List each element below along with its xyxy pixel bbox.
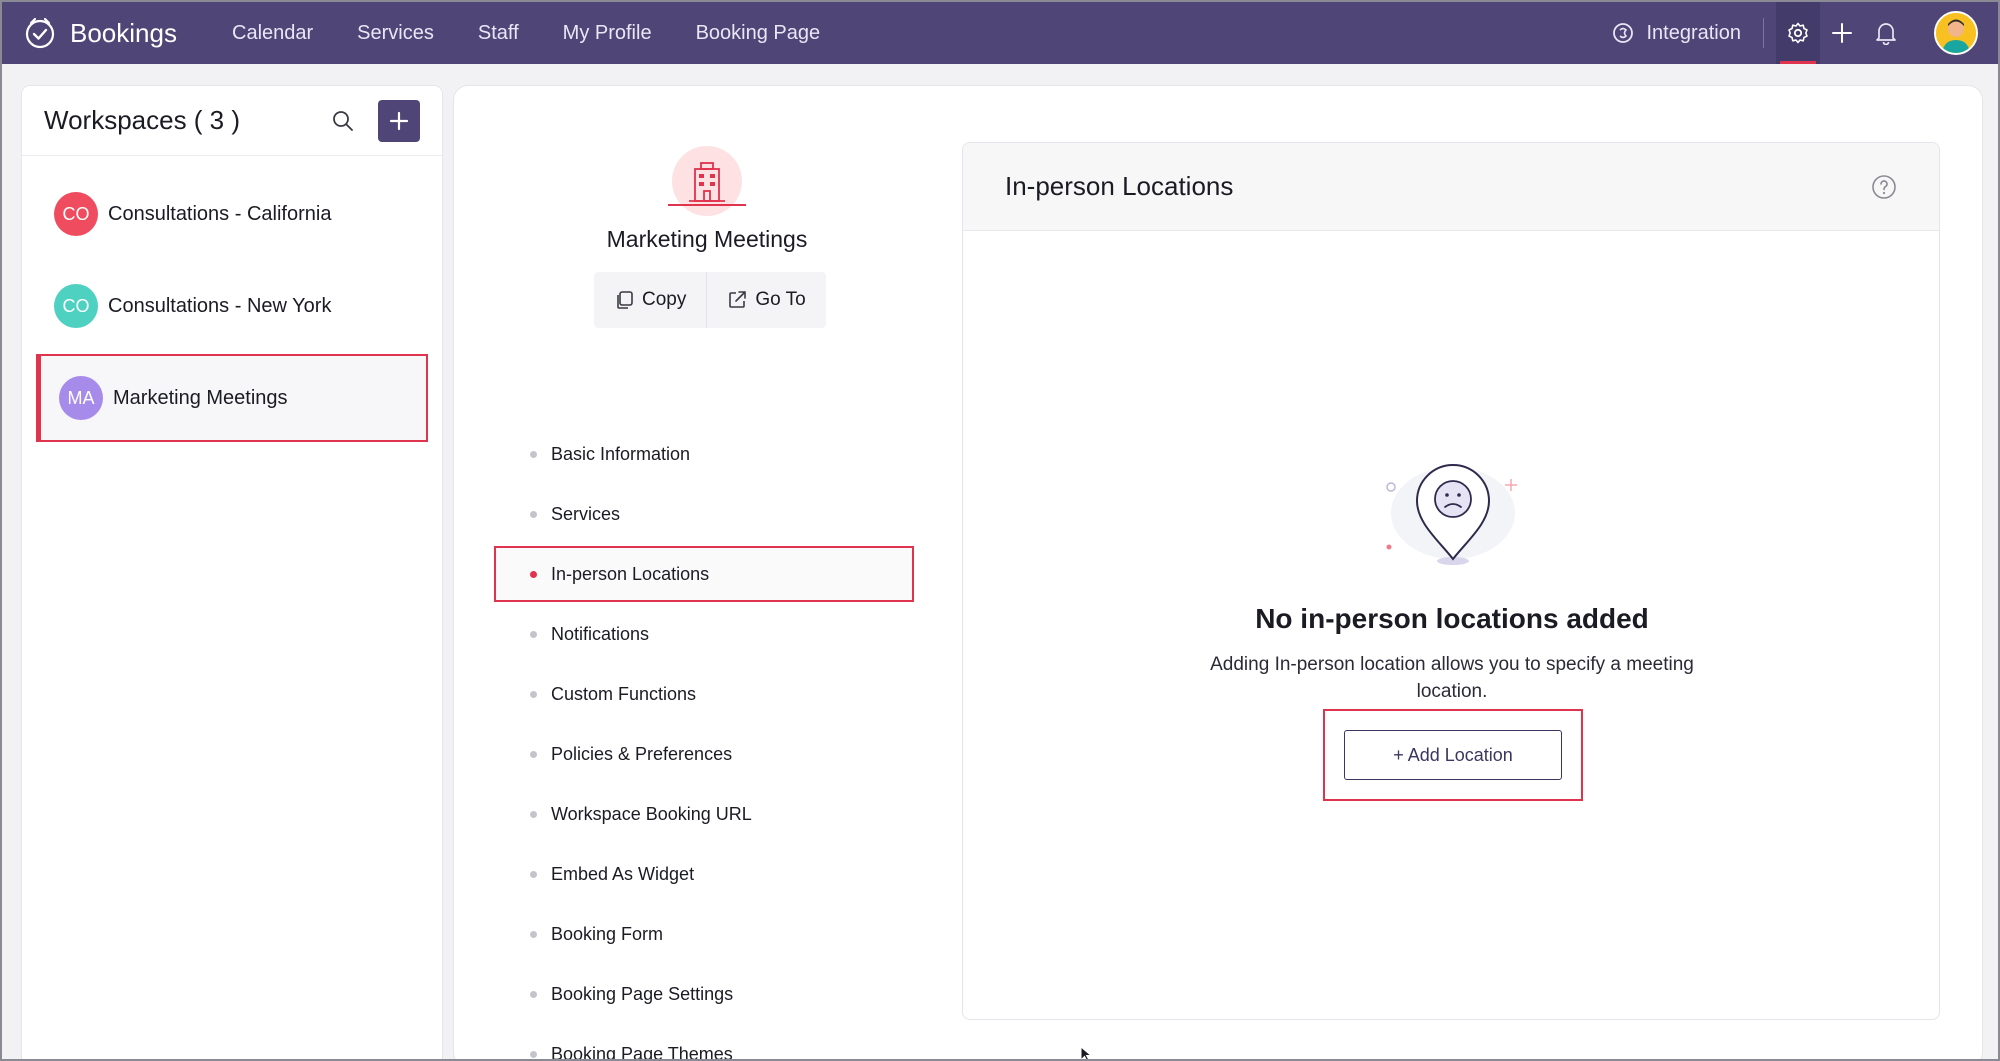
workspace-name: Marketing Meetings <box>113 386 288 409</box>
workspace-name: Consultations - California <box>108 202 332 225</box>
workspace-item[interactable]: CO Consultations - California <box>36 170 428 258</box>
nav-my-profile[interactable]: My Profile <box>563 22 652 45</box>
menu-label: Custom Functions <box>551 683 697 704</box>
empty-state-description: Adding In-person location allows you to … <box>1210 654 1694 702</box>
brand[interactable]: Bookings <box>22 15 212 51</box>
workspaces-header: Workspaces ( 3 ) <box>22 86 442 156</box>
notifications-button[interactable] <box>1864 2 1908 64</box>
empty-state-title: No in-person locations added <box>1255 603 1649 634</box>
in-person-locations-card: In-person Locations No in-person locatio… <box>962 142 1940 1020</box>
menu-label: Booking Form <box>551 923 664 944</box>
menu-item-booking-page-themes[interactable]: Booking Page Themes <box>494 1026 914 1061</box>
workspaces-title: Workspaces ( 3 ) <box>44 105 241 135</box>
add-workspace-button[interactable] <box>378 99 420 142</box>
menu-item-notifications[interactable]: Notifications <box>494 606 914 662</box>
menu-item-basic-information[interactable]: Basic Information <box>494 426 914 482</box>
bullet <box>530 750 537 758</box>
app-window: Bookings Calendar Services Staff My Prof… <box>0 0 2000 1061</box>
nav-booking-page[interactable]: Booking Page <box>696 22 821 45</box>
bell-icon <box>1876 23 1896 45</box>
create-button[interactable] <box>1820 2 1864 64</box>
menu-label: Booking Page Settings <box>551 983 734 1004</box>
bullet <box>530 570 537 578</box>
workspace-icon-underline <box>668 204 746 206</box>
bullet <box>530 930 537 938</box>
bullet <box>530 990 537 998</box>
copy-label: Copy <box>642 289 687 310</box>
menu-label: Booking Page Themes <box>551 1043 733 1061</box>
workspace-badge: CO <box>54 192 98 236</box>
menu-label: In-person Locations <box>551 563 710 584</box>
bullet <box>530 690 537 698</box>
menu-label: Workspace Booking URL <box>551 803 752 824</box>
main-nav: Calendar Services Staff My Profile Booki… <box>232 22 864 45</box>
workspace-item[interactable]: CO Consultations - New York <box>36 262 428 350</box>
top-navigation-bar: Bookings Calendar Services Staff My Prof… <box>2 2 1998 64</box>
menu-item-services[interactable]: Services <box>494 486 914 542</box>
bullet <box>530 630 537 638</box>
card-title: In-person Locations <box>1005 171 1234 201</box>
bullet <box>530 450 537 458</box>
building-icon <box>689 162 725 202</box>
workspace-title: Marketing Meetings <box>606 226 808 252</box>
menu-item-booking-page-settings[interactable]: Booking Page Settings <box>494 966 914 1022</box>
user-avatar[interactable] <box>1934 11 1978 55</box>
copy-button[interactable]: Copy <box>594 272 706 328</box>
add-location-highlight: + Add Location <box>1323 709 1583 801</box>
menu-item-workspace-booking-url[interactable]: Workspace Booking URL <box>494 786 914 842</box>
user-avatar-icon <box>1936 13 1976 53</box>
go-to-label: Go To <box>755 289 806 310</box>
card-header: In-person Locations <box>963 143 1939 231</box>
menu-label: Services <box>551 503 621 524</box>
plus-icon <box>389 111 409 130</box>
menu-label: Notifications <box>551 623 650 644</box>
help-icon[interactable] <box>1871 174 1897 200</box>
menu-label: Basic Information <box>551 443 691 464</box>
bullet <box>530 510 537 518</box>
mouse-cursor-icon <box>1080 1046 1093 1059</box>
workspace-item-selected[interactable]: MA Marketing Meetings <box>36 354 428 442</box>
add-location-button[interactable]: + Add Location <box>1344 730 1562 780</box>
plus-icon <box>1832 23 1852 43</box>
empty-location-icon <box>1386 464 1517 565</box>
menu-item-in-person-locations[interactable]: In-person Locations <box>494 546 914 602</box>
settings-icon <box>1788 22 1808 44</box>
workspace-badge: MA <box>59 376 103 420</box>
go-to-button[interactable]: Go To <box>707 272 825 328</box>
divider <box>1763 18 1764 48</box>
menu-item-custom-functions[interactable]: Custom Functions <box>494 666 914 722</box>
integration-label: Integration <box>1646 21 1741 44</box>
workspace-badge: CO <box>54 284 98 328</box>
app-name: Bookings <box>70 17 177 48</box>
top-right-actions: Integration <box>1612 2 1998 64</box>
nav-calendar[interactable]: Calendar <box>232 22 313 45</box>
workspace-search-button[interactable] <box>328 106 358 136</box>
bullet <box>530 1050 537 1058</box>
nav-services[interactable]: Services <box>357 22 434 45</box>
menu-item-booking-form[interactable]: Booking Form <box>494 906 914 962</box>
external-link-icon <box>729 291 747 308</box>
copy-icon <box>617 291 633 309</box>
menu-label: Embed As Widget <box>551 863 695 884</box>
menu-item-embed-as-widget[interactable]: Embed As Widget <box>494 846 914 902</box>
integration-icon <box>1613 23 1634 43</box>
bullet <box>530 870 537 878</box>
workspaces-panel: Workspaces ( 3 ) CO Consultations - Cali… <box>22 86 442 1059</box>
integration-link[interactable]: Integration <box>1612 22 1741 45</box>
nav-staff[interactable]: Staff <box>478 22 519 45</box>
search-icon <box>333 110 353 131</box>
menu-item-policies-preferences[interactable]: Policies & Preferences <box>494 726 914 782</box>
workspace-name: Consultations - New York <box>108 294 332 317</box>
workspace-settings-panel: Marketing Meetings Copy Go To Basic Info… <box>454 86 1982 1061</box>
menu-label: Policies & Preferences <box>551 743 733 764</box>
settings-button[interactable] <box>1776 2 1820 64</box>
workspace-actions: Copy Go To <box>594 272 826 328</box>
bullet <box>530 810 537 818</box>
bookings-logo-icon <box>25 17 55 49</box>
